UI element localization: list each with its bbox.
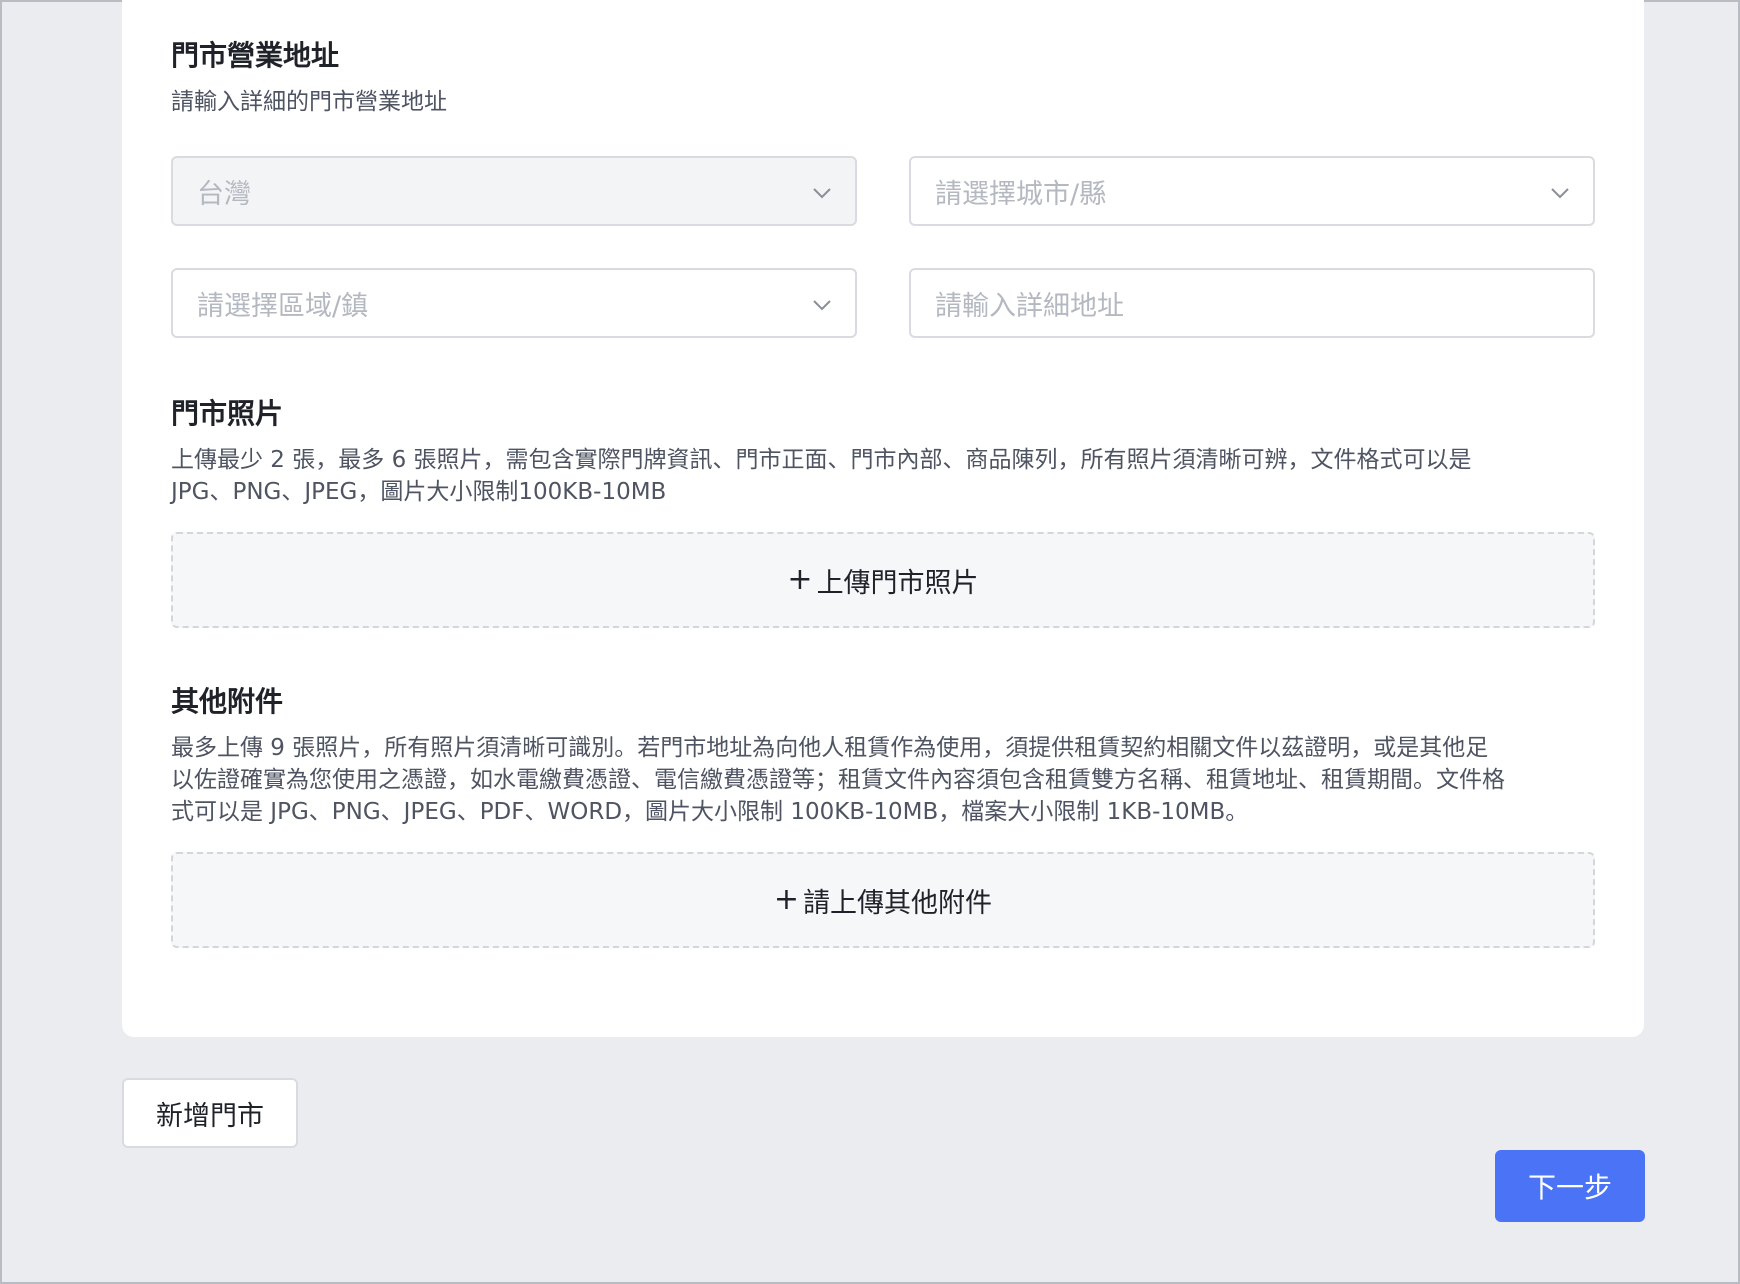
plus-icon: + — [773, 882, 800, 917]
upload-photos-label: 上傳門市照片 — [816, 567, 979, 599]
detail-address-placeholder: 請輸入詳細地址 — [935, 290, 1124, 322]
photos-section: 門市照片 上傳最少 2 張，最多 6 張照片，需包含實際門牌資訊、門市正面、門市… — [171, 394, 1595, 628]
district-select-placeholder: 請選擇區域/鎮 — [197, 290, 369, 322]
chevron-down-icon — [813, 300, 831, 311]
country-select-value: 台灣 — [197, 178, 251, 210]
upload-photos-button[interactable]: + 上傳門市照片 — [171, 532, 1595, 628]
plus-icon: + — [787, 562, 813, 597]
detail-address-input[interactable]: 請輸入詳細地址 — [909, 268, 1595, 338]
city-select[interactable]: 請選擇城市/縣 — [909, 156, 1595, 226]
store-form-card: 門市營業地址 請輸入詳細的門市營業地址 台灣 請選擇城市/縣 請選擇區域/鎮 請… — [122, 0, 1644, 1037]
address-title: 門市營業地址 — [171, 39, 340, 72]
photos-desc-line-2: JPG、PNG、JPEG，圖片大小限制100KB-10MB — [171, 479, 667, 505]
country-select[interactable]: 台灣 — [171, 156, 857, 226]
address-section: 門市營業地址 請輸入詳細的門市營業地址 — [171, 36, 1595, 118]
photos-desc-line-1: 上傳最少 2 張，最多 6 張照片，需包含實際門牌資訊、門市正面、門市內部、商品… — [171, 447, 1472, 473]
photos-title: 門市照片 — [171, 397, 284, 430]
upload-attachments-button[interactable]: + 請上傳其他附件 — [171, 852, 1595, 948]
district-select[interactable]: 請選擇區域/鎮 — [171, 268, 857, 338]
attachments-section: 其他附件 最多上傳 9 張照片，所有照片須清晰可識別。若門市地址為向他人租賃作為… — [171, 682, 1595, 948]
chevron-down-icon — [813, 188, 831, 199]
chevron-down-icon — [1551, 188, 1569, 199]
upload-attachments-label: 請上傳其他附件 — [803, 887, 993, 919]
add-store-button[interactable]: 新增門市 — [122, 1078, 298, 1148]
address-desc: 請輸入詳細的門市營業地址 — [171, 89, 447, 115]
city-select-placeholder: 請選擇城市/縣 — [935, 178, 1107, 210]
attachments-desc-line-1: 最多上傳 9 張照片，所有照片須清晰可識別。若門市地址為向他人租賃作為使用，須提… — [171, 735, 1489, 761]
attachments-title: 其他附件 — [171, 685, 284, 718]
next-step-button[interactable]: 下一步 — [1495, 1150, 1645, 1222]
attachments-desc-line-3: 式可以是 JPG、PNG、JPEG、PDF、WORD，圖片大小限制 100KB-… — [171, 799, 1249, 825]
attachments-desc-line-2: 以佐證確實為您使用之憑證，如水電繳費憑證、電信繳費憑證等；租賃文件內容須包含租賃… — [171, 767, 1505, 793]
